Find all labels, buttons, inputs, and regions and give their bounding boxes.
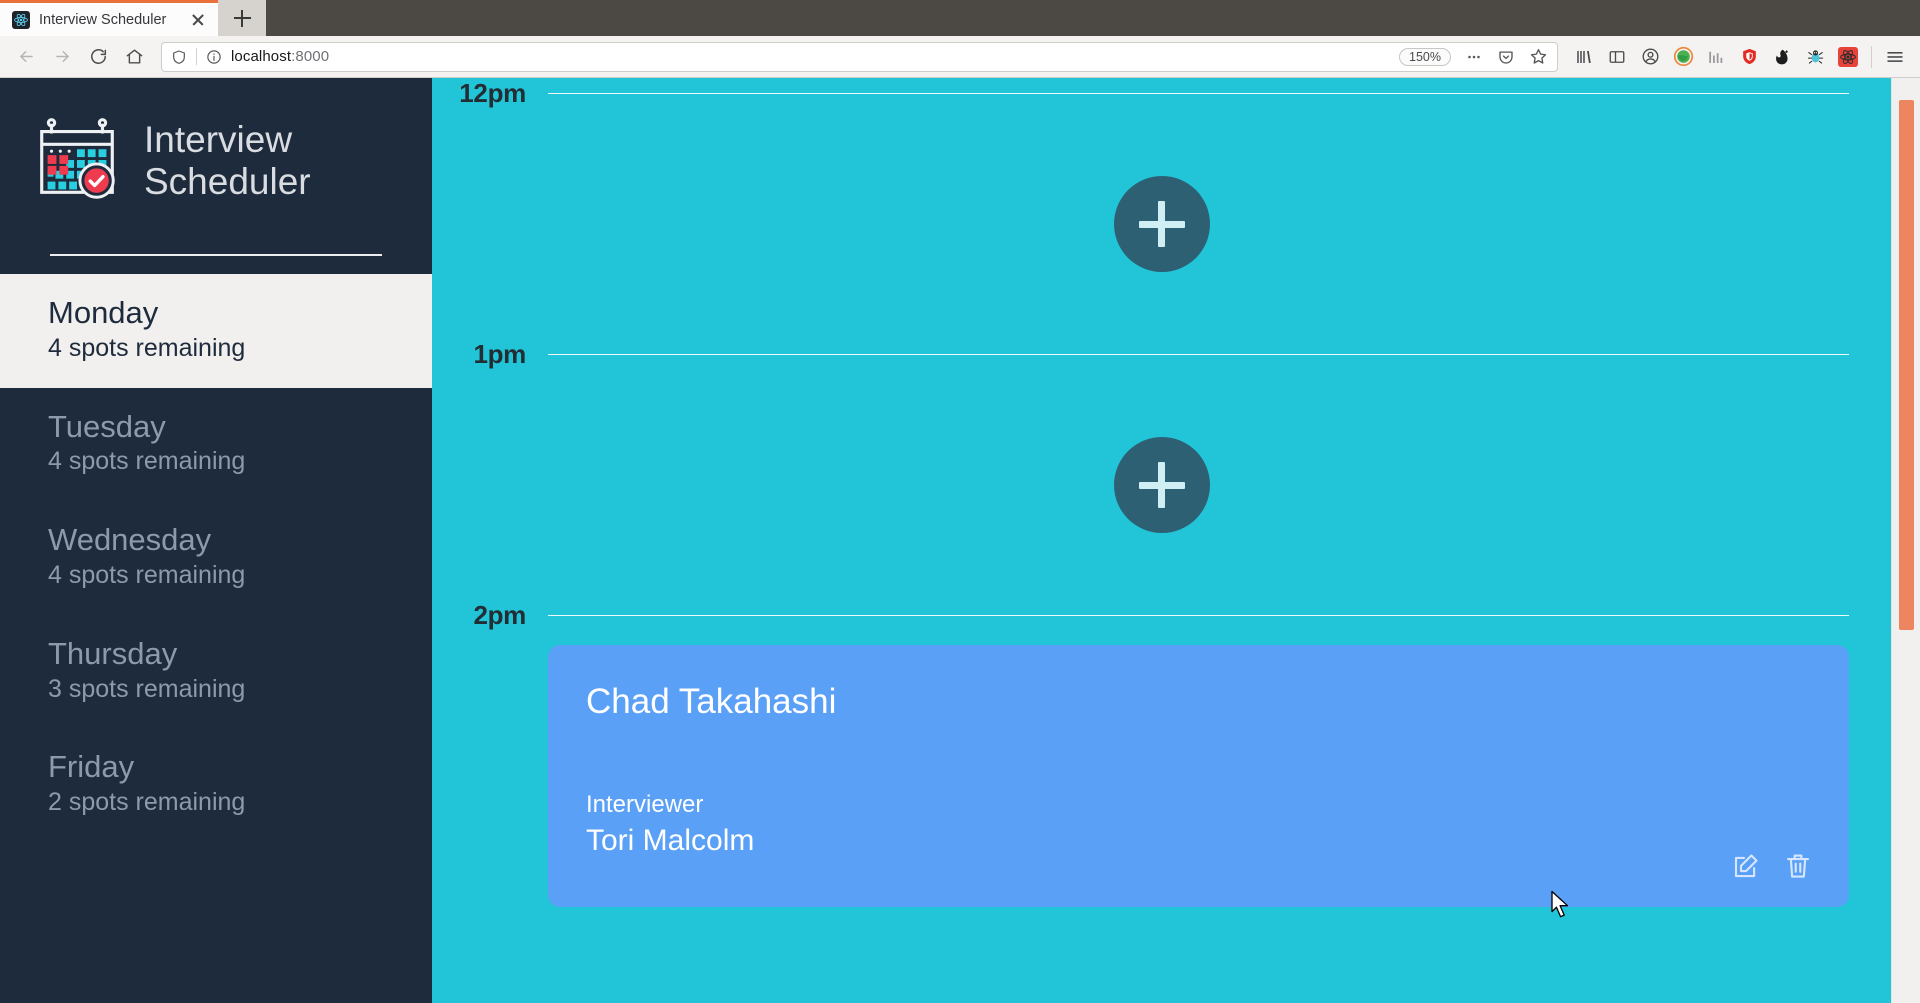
account-icon[interactable] [1634, 41, 1666, 73]
page-scrollbar[interactable] [1891, 78, 1920, 1003]
home-icon[interactable] [117, 40, 151, 74]
day-spots: 4 spots remaining [48, 447, 246, 476]
day-spots: 4 spots remaining [48, 333, 246, 362]
day-name: Monday [48, 295, 159, 330]
app-sidebar: Interview Scheduler Monday 4 spots remain… [0, 78, 432, 1003]
react-devtools-icon[interactable] [1832, 41, 1864, 73]
app-title-line1: Interview [144, 119, 293, 161]
url-divider [196, 48, 197, 65]
sidebar-header: Interview Scheduler [0, 78, 432, 274]
bars-extension-icon[interactable] [1700, 41, 1732, 73]
app-title: Interview Scheduler [144, 119, 311, 203]
appointment-card[interactable]: Chad Takahashi Interviewer Tori Malcolm [548, 645, 1849, 907]
time-label: 12pm [459, 78, 526, 108]
sidebar-item-monday[interactable]: Monday 4 spots remaining [0, 274, 432, 388]
day-list: Monday 4 spots remaining Tuesday 4 spots re… [0, 274, 432, 842]
day-name: Wednesday [48, 522, 212, 558]
day-spots: 2 spots remaining [48, 788, 246, 817]
sidebar-item-wednesday[interactable]: Wednesday 4 spots remaining [0, 501, 432, 615]
day-name: Thursday [48, 635, 178, 671]
calendar-check-logo-icon [28, 112, 126, 210]
add-appointment-button[interactable] [1113, 437, 1210, 533]
empty-slot [432, 370, 1891, 600]
tracking-protection-shield-icon[interactable] [168, 46, 190, 68]
time-divider [548, 92, 1849, 95]
bookmark-star-icon[interactable] [1525, 44, 1551, 70]
sidebar-item-friday[interactable]: Friday 2 spots remaining [0, 728, 432, 842]
pocket-save-icon[interactable] [1493, 44, 1519, 70]
tab-strip: Interview Scheduler [0, 0, 1920, 36]
zoom-level-badge[interactable]: 150% [1399, 47, 1451, 66]
tab-strip-empty-area [266, 0, 1920, 36]
shield-extension-icon[interactable] [1733, 41, 1765, 73]
browser-tab-interview-scheduler[interactable]: Interview Scheduler [0, 0, 218, 36]
url-text: localhost:8000 [231, 48, 1393, 65]
interviewer-label: Interviewer [586, 791, 704, 818]
dark-extension-icon[interactable] [1766, 41, 1798, 73]
appointment-actions [1731, 851, 1813, 881]
bug-extension-icon[interactable] [1799, 41, 1831, 73]
sidebar-toggle-icon[interactable] [1601, 41, 1633, 73]
app-title-line2: Scheduler [144, 161, 311, 202]
time-label: 1pm [473, 339, 526, 369]
day-spots: 4 spots remaining [48, 560, 246, 589]
day-spots: 3 spots remaining [48, 674, 246, 703]
edit-pencil-icon[interactable] [1731, 851, 1761, 881]
sidebar-item-thursday[interactable]: Thursday 3 spots remaining [0, 615, 432, 729]
trash-icon[interactable] [1783, 851, 1813, 881]
empty-slot [432, 109, 1891, 339]
page-actions-ellipsis-icon[interactable] [1461, 44, 1487, 70]
browser-window: Interview Scheduler localhost:8000 150% … [0, 0, 1920, 1003]
student-name: Chad Takahashi [586, 682, 837, 721]
react-logo-icon [12, 10, 30, 29]
globe-extension-icon[interactable] [1667, 41, 1699, 73]
url-port: :8000 [291, 48, 330, 65]
browser-toolbar-actions [1568, 41, 1911, 73]
reload-icon[interactable] [81, 40, 115, 74]
day-name: Tuesday [48, 408, 166, 444]
navigation-toolbar: localhost:8000 150% [0, 36, 1920, 78]
time-row: 12pm [432, 78, 1891, 109]
page-viewport: Interview Scheduler Monday 4 spots remain… [0, 78, 1920, 1003]
schedule-slot: 2pm Chad Takahashi Interviewer Tori Malcolm [432, 600, 1891, 907]
url-host: localhost [231, 48, 292, 65]
new-tab-button[interactable] [218, 0, 266, 36]
hamburger-menu-icon[interactable] [1879, 41, 1911, 73]
interview-scheduler-app: Interview Scheduler Monday 4 spots remain… [0, 78, 1891, 1003]
time-row: 2pm [432, 600, 1891, 631]
app-logo: Interview Scheduler [28, 112, 404, 210]
toolbar-divider [1871, 45, 1872, 68]
close-icon[interactable] [188, 10, 208, 30]
time-divider [548, 614, 1849, 617]
forward-arrow-icon[interactable] [45, 40, 79, 74]
tab-title: Interview Scheduler [39, 11, 167, 28]
page-scrollbar-thumb[interactable] [1899, 100, 1914, 630]
interviewer-name: Tori Malcolm [586, 824, 755, 858]
time-divider [548, 353, 1849, 356]
schedule-panel: 12pm 1pm 2pm Chad Takahashi Interviewer Tori … [432, 78, 1891, 1003]
add-appointment-button[interactable] [1113, 176, 1210, 272]
sidebar-divider [50, 254, 382, 256]
time-row: 1pm [432, 339, 1891, 370]
sidebar-item-tuesday[interactable]: Tuesday 4 spots remaining [0, 388, 432, 502]
schedule-slot: 1pm [432, 339, 1891, 600]
time-label: 2pm [473, 600, 526, 630]
library-icon[interactable] [1568, 41, 1600, 73]
back-arrow-icon[interactable] [9, 40, 43, 74]
day-name: Friday [48, 749, 135, 785]
schedule-slot: 12pm [432, 78, 1891, 339]
site-info-icon[interactable] [203, 46, 225, 68]
url-bar[interactable]: localhost:8000 150% [161, 41, 1558, 72]
